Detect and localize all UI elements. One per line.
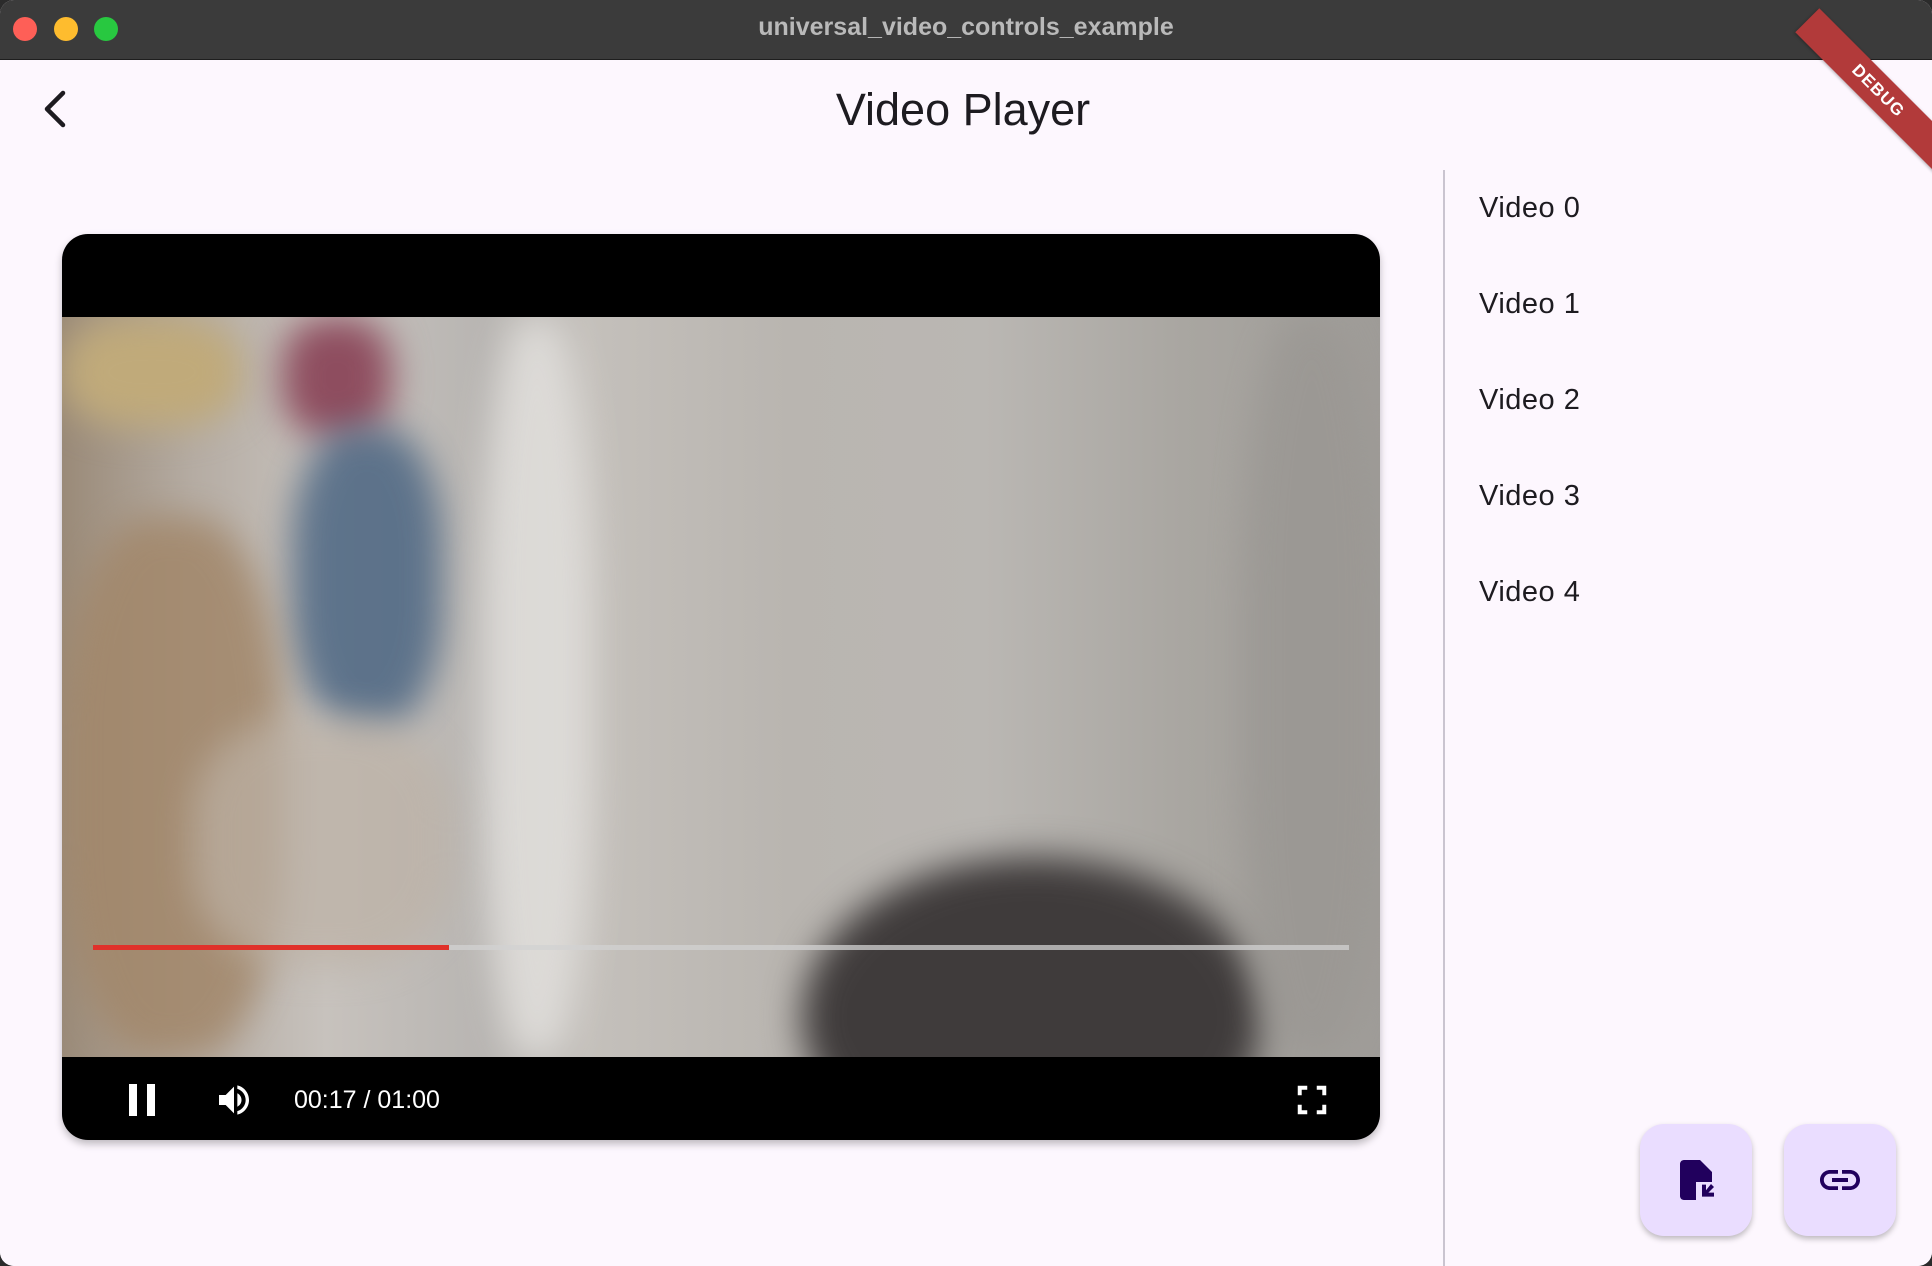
video-list-item[interactable]: Video 0 [1479,190,1919,286]
volume-up-icon [219,1085,249,1115]
video-list-item[interactable]: Video 1 [1479,286,1919,382]
panel-divider [1443,170,1445,1266]
video-content [802,857,1262,1057]
video-content [62,317,242,427]
open-file-button[interactable] [1640,1124,1752,1236]
app-window: universal_video_controls_example Video P… [0,0,1932,1266]
file-open-icon [1680,1160,1714,1200]
app-content: Video Player DEBUG 00:17 / 01:00 Video 0… [0,8,1932,1266]
video-list-item[interactable]: Video 2 [1479,382,1919,478]
fullscreen-icon [1297,1085,1327,1115]
video-player[interactable]: 00:17 / 01:00 [62,234,1380,1140]
seek-bar[interactable] [93,945,1349,950]
fullscreen-button[interactable] [1284,1072,1340,1128]
video-content [292,427,442,727]
video-content [282,317,392,437]
volume-button[interactable] [206,1072,262,1128]
pause-button[interactable] [114,1072,170,1128]
video-list: Video 0 Video 1 Video 2 Video 3 Video 4 [1479,190,1919,670]
link-icon [1820,1170,1860,1190]
page-title: Video Player [835,84,1091,135]
video-list-item[interactable]: Video 4 [1479,574,1919,670]
pause-icon [129,1084,155,1116]
title-bar: universal_video_controls_example [0,0,1932,60]
time-display: 00:17 / 01:00 [294,1086,440,1114]
video-content [192,717,452,967]
video-list-item[interactable]: Video 3 [1479,478,1919,574]
seek-bar-progress [93,945,449,950]
open-url-button[interactable] [1784,1124,1896,1236]
window-title: universal_video_controls_example [758,13,1174,41]
